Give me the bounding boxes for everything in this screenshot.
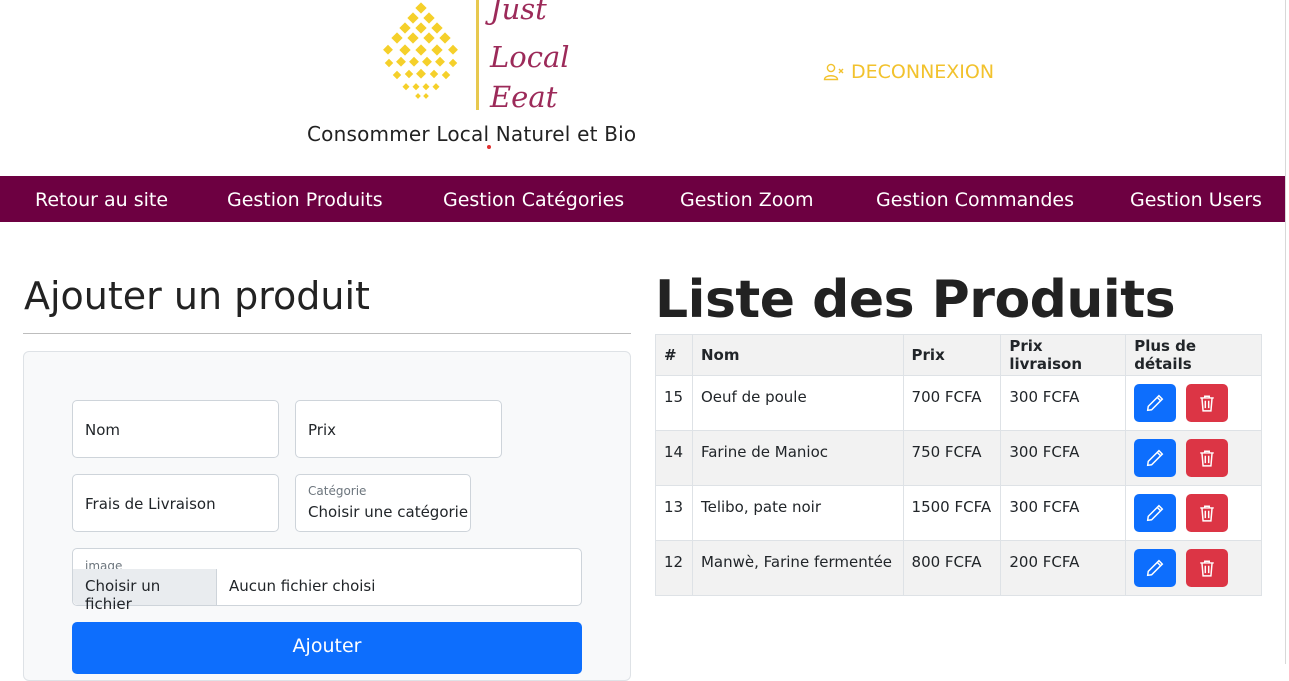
cell-price: 800 FCFA [902, 540, 1002, 596]
category-value: Choisir une catégorie [308, 503, 469, 521]
price-placeholder: Prix [308, 421, 336, 439]
cell-delivery: 300 FCFA [1000, 430, 1127, 486]
product-list-title: Liste des Produits [655, 270, 1176, 330]
cell-id: 13 [655, 485, 693, 541]
edit-button[interactable] [1134, 494, 1177, 532]
logout-label: DECONNEXION [851, 61, 995, 83]
add-product-title: Ajouter un produit [24, 274, 370, 318]
logout-link[interactable]: DECONNEXION [823, 61, 994, 83]
edit-button[interactable] [1134, 384, 1177, 422]
cell-actions [1125, 540, 1262, 596]
brand-logo[interactable]: Just Local Eeat Consommer Local Naturel … [300, 0, 640, 160]
column-header-details: Plus de détails [1125, 334, 1262, 376]
cell-delivery: 200 FCFA [1000, 540, 1127, 596]
cell-name: Telibo, pate noir [691, 485, 904, 541]
table-row: 13 Telibo, pate noir 1500 FCFA 300 FCFA [655, 485, 1262, 541]
cell-id: 15 [655, 375, 693, 431]
nav-item-gestion-commandes[interactable]: Gestion Commandes [876, 189, 1074, 211]
logo-tagline: Consommer Local Naturel et Bio [307, 122, 637, 146]
table-header-row: # Nom Prix Prix livraison Plus de détail… [655, 334, 1262, 376]
logo-word-just: Just [490, 0, 547, 26]
trash-icon [1200, 505, 1214, 522]
cell-actions [1125, 430, 1262, 486]
nav-item-gestion-zoom[interactable]: Gestion Zoom [680, 189, 814, 211]
table-row: 12 Manwè, Farine fermentée 800 FCFA 200 … [655, 540, 1262, 596]
cell-id: 14 [655, 430, 693, 486]
add-product-button[interactable]: Ajouter [72, 622, 582, 674]
cell-delivery: 300 FCFA [1000, 485, 1127, 541]
cell-name: Oeuf de poule [691, 375, 904, 431]
flower-logo-icon [383, 2, 458, 99]
price-field[interactable]: Prix [295, 400, 502, 458]
column-header-price: Prix [902, 334, 1002, 376]
table-row: 14 Farine de Manioc 750 FCFA 300 FCFA [655, 430, 1262, 486]
logo-dot [487, 145, 491, 149]
cell-actions [1125, 375, 1262, 431]
column-header-id: # [655, 334, 693, 376]
name-placeholder: Nom [85, 421, 121, 439]
name-field[interactable]: Nom [72, 400, 279, 458]
trash-icon [1200, 450, 1214, 467]
table-row: 15 Oeuf de poule 700 FCFA 300 FCFA [655, 375, 1262, 431]
admin-nav: Retour au site Gestion Produits Gestion … [0, 176, 1285, 222]
pencil-icon [1147, 394, 1164, 412]
nav-item-retour-site[interactable]: Retour au site [35, 189, 168, 211]
nav-item-gestion-produits[interactable]: Gestion Produits [227, 189, 383, 211]
cell-delivery: 300 FCFA [1000, 375, 1127, 431]
pencil-icon [1147, 559, 1164, 577]
title-divider [23, 333, 631, 334]
nav-item-gestion-categories[interactable]: Gestion Catégories [443, 189, 624, 211]
cell-actions [1125, 485, 1262, 541]
cell-id: 12 [655, 540, 693, 596]
edit-button[interactable] [1134, 439, 1177, 477]
cell-name: Manwè, Farine fermentée [691, 540, 904, 596]
file-status: Aucun fichier choisi [229, 577, 376, 595]
delete-button[interactable] [1186, 494, 1229, 532]
pencil-icon [1147, 449, 1164, 467]
column-header-delivery: Prix livraison [1000, 334, 1127, 376]
delivery-fee-field[interactable]: Frais de Livraison [72, 474, 279, 532]
cell-price: 750 FCFA [902, 430, 1002, 486]
scrollbar-track[interactable] [1285, 0, 1286, 664]
category-label: Catégorie [308, 484, 367, 498]
trash-icon [1200, 395, 1214, 412]
column-header-name: Nom [691, 334, 904, 376]
logo-word-eeat: Eeat [490, 80, 558, 114]
delivery-placeholder: Frais de Livraison [85, 495, 216, 513]
trash-icon [1200, 560, 1214, 577]
nav-item-gestion-users[interactable]: Gestion Users [1130, 189, 1262, 211]
category-select[interactable]: Catégorie Choisir une catégorie [295, 474, 471, 532]
pencil-icon [1147, 504, 1164, 522]
logo-word-local: Local [490, 40, 570, 74]
delete-button[interactable] [1186, 549, 1229, 587]
user-remove-icon [823, 63, 844, 81]
delete-button[interactable] [1186, 384, 1229, 422]
cell-price: 700 FCFA [902, 375, 1002, 431]
logo-divider [476, 0, 479, 110]
products-table: # Nom Prix Prix livraison Plus de détail… [655, 334, 1262, 596]
cell-price: 1500 FCFA [902, 485, 1002, 541]
image-file-input[interactable]: image Choisir un fichier Aucun fichier c… [72, 548, 582, 613]
site-header: Just Local Eeat Consommer Local Naturel … [0, 0, 1285, 176]
delete-button[interactable] [1186, 439, 1229, 477]
cell-name: Farine de Manioc [691, 430, 904, 486]
edit-button[interactable] [1134, 549, 1177, 587]
choose-file-button[interactable]: Choisir un fichier [73, 569, 217, 613]
